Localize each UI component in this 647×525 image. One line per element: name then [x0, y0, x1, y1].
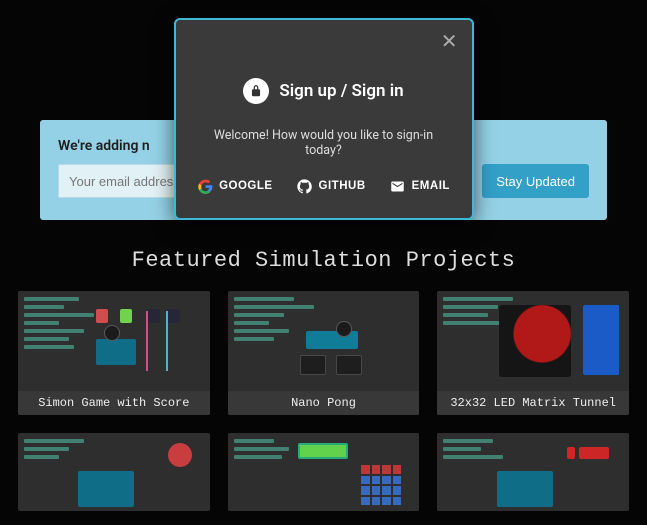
email-label: EMAIL — [412, 180, 450, 192]
auth-options-row: GOOGLE GITHUB EMAIL — [196, 178, 452, 194]
google-signin-button[interactable]: GOOGLE — [197, 178, 272, 194]
close-button[interactable]: ✕ — [441, 32, 458, 52]
modal-overlay[interactable]: ✕ Sign up / Sign in Welcome! How would y… — [0, 0, 647, 525]
google-icon — [197, 178, 213, 194]
modal-header: Sign up / Sign in — [196, 78, 452, 104]
email-signin-button[interactable]: EMAIL — [390, 178, 450, 194]
modal-title: Sign up / Sign in — [279, 81, 403, 101]
close-icon: ✕ — [441, 31, 458, 53]
github-icon — [297, 178, 313, 194]
github-signin-button[interactable]: GITHUB — [297, 178, 366, 194]
modal-welcome-text: Welcome! How would you like to sign-in t… — [196, 128, 452, 158]
lock-icon — [243, 78, 269, 104]
github-label: GITHUB — [319, 180, 366, 192]
email-icon — [390, 178, 406, 194]
signin-modal: ✕ Sign up / Sign in Welcome! How would y… — [174, 18, 474, 220]
google-label: GOOGLE — [219, 180, 272, 192]
